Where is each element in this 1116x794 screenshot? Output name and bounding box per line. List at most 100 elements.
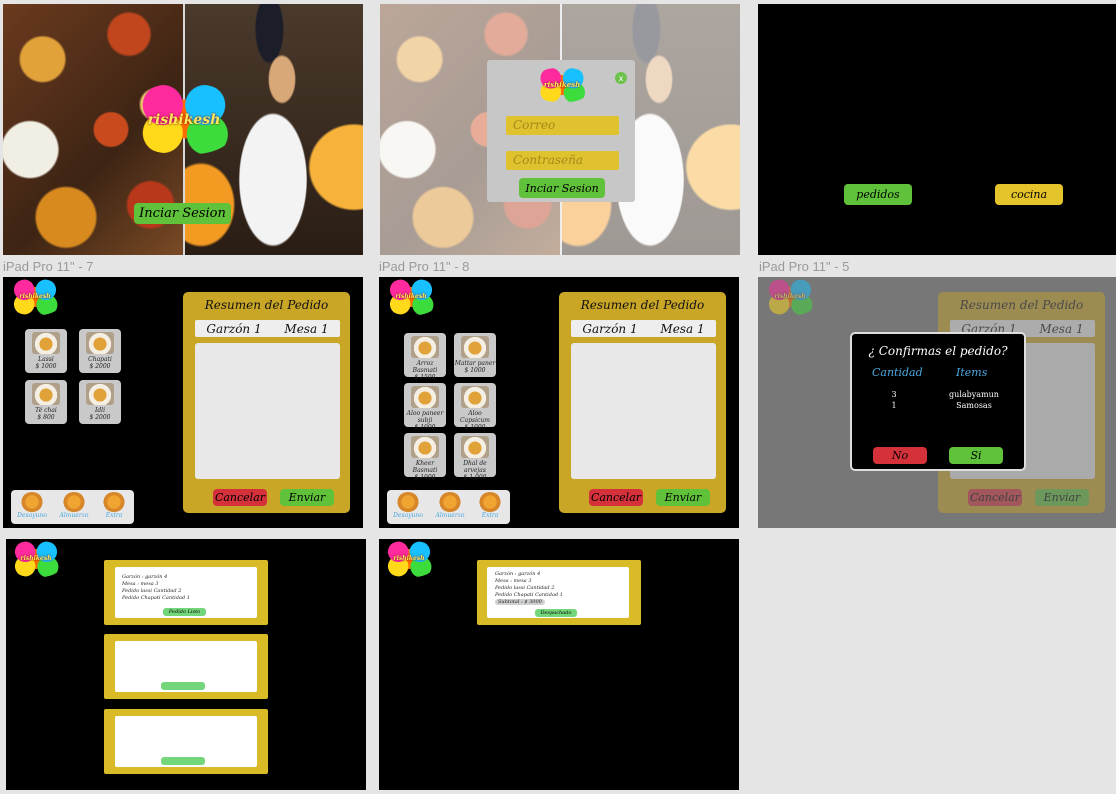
table-label: Mesa 1 bbox=[1039, 321, 1084, 336]
order-items-list bbox=[571, 343, 716, 479]
password-field[interactable]: Contraseña bbox=[506, 151, 619, 170]
kheer-basmati-image bbox=[411, 436, 439, 458]
category-extra[interactable]: Extra bbox=[472, 492, 508, 519]
aloo-paneer-subji-image bbox=[411, 386, 439, 408]
table-label: Mesa 1 bbox=[660, 321, 705, 336]
confirm-dialog: ¿ Confirmas el pedido? Cantidad Items 3 … bbox=[850, 332, 1026, 471]
frame-label-login-modal: iPad Pro 11" - 8 bbox=[379, 259, 470, 274]
kitchen-order-card bbox=[104, 709, 268, 774]
no-button[interactable]: No bbox=[873, 447, 927, 464]
order-summary-panel: Resumen del Pedido Garzón 1 Mesa 1 Cance… bbox=[183, 292, 350, 513]
order-ready-button[interactable] bbox=[161, 682, 205, 690]
logo-text: rishikesh bbox=[20, 555, 52, 563]
lassi-image bbox=[32, 332, 60, 354]
extra-icon bbox=[479, 492, 501, 512]
menu-item-dhal-de-arvejas[interactable]: Dhal de arvejas $ 1.000 bbox=[454, 433, 496, 481]
menu-item-te-chai[interactable]: Té chai $ 800 bbox=[25, 380, 67, 424]
menu-item-arroz-basmati[interactable]: Arroz Basmati $ 1500 bbox=[404, 333, 446, 381]
menu-item-lassi[interactable]: Lassi $ 1000 bbox=[25, 329, 67, 373]
login-modal: rishikesh x Correo Contraseña Inciar Ses… bbox=[487, 60, 635, 202]
menu-item-name: Arroz Basmati bbox=[412, 360, 438, 374]
row-quantity: 1 bbox=[891, 401, 897, 410]
send-button[interactable]: Enviar bbox=[656, 489, 710, 506]
menu-item-price: $ 1000 bbox=[414, 474, 436, 481]
logo-text: rishikesh bbox=[393, 555, 425, 563]
category-lunch[interactable]: Almuerzo bbox=[432, 492, 468, 519]
order-details bbox=[115, 641, 257, 692]
frame-kitchen-dispatched: rishikesh Garzón : garzón 4 Mesa : mesa … bbox=[379, 539, 739, 790]
menu-item-kheer-basmati[interactable]: Kheer Basmati $ 1000 bbox=[404, 433, 446, 481]
menu-item-price: $ 1000 bbox=[464, 424, 486, 431]
mattar-paner-image bbox=[461, 336, 489, 358]
order-summary-panel: Resumen del Pedido Garzón 1 Mesa 1 Cance… bbox=[559, 292, 726, 513]
menu-item-aloo-paneer-subji[interactable]: Aloo paneer subji $ 1000 bbox=[404, 383, 446, 431]
idli-image bbox=[86, 383, 114, 405]
order-line: Pedido lassi Cantidad 2 bbox=[495, 585, 555, 591]
category-label: Extra bbox=[105, 512, 123, 519]
category-breakfast[interactable]: Desayuno bbox=[390, 492, 426, 519]
order-ready-button[interactable] bbox=[161, 757, 205, 765]
cancel-button[interactable]: Cancelar bbox=[213, 489, 267, 506]
row-item: gulabyamun bbox=[949, 390, 999, 399]
lunch-icon bbox=[63, 492, 85, 512]
dispatched-button[interactable]: Despachado bbox=[535, 609, 577, 617]
lunch-icon bbox=[439, 492, 461, 512]
row-item: Samosas bbox=[956, 401, 992, 410]
items-header: Items bbox=[956, 366, 988, 379]
orders-button[interactable]: pedidos bbox=[844, 184, 912, 205]
order-details: Garzón : garzón 4 Mesa : mesa 3 Pedido l… bbox=[115, 567, 257, 618]
dhal-de-arvejas-image bbox=[461, 436, 489, 458]
menu-item-price: $ 2000 bbox=[89, 363, 111, 370]
cancel-button[interactable]: Cancelar bbox=[589, 489, 643, 506]
confirm-title: ¿ Confirmas el pedido? bbox=[868, 344, 1008, 358]
category-bar: Desayuno Almuerzo Extra bbox=[387, 490, 510, 524]
menu-item-price: $ 1000 bbox=[414, 424, 436, 431]
kitchen-order-card: Garzón : garzón 4 Mesa : mesa 3 Pedido l… bbox=[104, 560, 268, 625]
breakfast-icon bbox=[21, 492, 43, 512]
menu-item-chapati[interactable]: Chapati $ 2000 bbox=[79, 329, 121, 373]
brand-logo: rishikesh bbox=[763, 279, 817, 315]
login-submit-button[interactable]: Inciar Sesion bbox=[519, 178, 605, 198]
category-lunch[interactable]: Almuerzo bbox=[56, 492, 92, 519]
waiter-line: Garzón : garzón 4 bbox=[495, 571, 541, 577]
menu-item-price: $ 800 bbox=[37, 414, 55, 421]
menu-item-aloo-capsicum[interactable]: Aloo Capsicum $ 1000 bbox=[454, 383, 496, 431]
menu-item-name: Kheer Basmati bbox=[412, 460, 438, 474]
logo-text: rishikesh bbox=[147, 112, 221, 128]
category-label: Desayuno bbox=[393, 512, 423, 519]
menu-item-price: $ 1.000 bbox=[463, 474, 487, 481]
logo-text: rishikesh bbox=[19, 293, 51, 301]
send-button[interactable]: Enviar bbox=[280, 489, 334, 506]
frame-login-modal: rishikesh x Correo Contraseña Inciar Ses… bbox=[380, 4, 740, 255]
login-button[interactable]: Inciar Sesion bbox=[134, 203, 231, 224]
order-summary-title: Resumen del Pedido bbox=[959, 298, 1084, 312]
order-line: Pedido Chapati Cantidad 1 bbox=[122, 595, 190, 601]
table-line: Mesa : mesa 3 bbox=[122, 581, 159, 587]
waiter-label: Garzón 1 bbox=[206, 321, 262, 336]
menu-item-price: $ 1000 bbox=[464, 367, 486, 374]
close-icon[interactable]: x bbox=[615, 72, 627, 84]
order-ready-button[interactable]: Pedido Listo bbox=[163, 608, 206, 616]
quantity-header: Cantidad bbox=[872, 366, 923, 379]
kitchen-order-card: Garzón : garzón 4 Mesa : mesa 3 Pedido l… bbox=[477, 560, 641, 625]
yes-button[interactable]: Si bbox=[949, 447, 1003, 464]
frame-order-breakfast: rishikesh Lassi $ 1000 Chapati $ 2000 Té… bbox=[3, 277, 363, 528]
category-breakfast[interactable]: Desayuno bbox=[14, 492, 50, 519]
category-label: Almuerzo bbox=[435, 512, 465, 519]
email-field[interactable]: Correo bbox=[506, 116, 619, 135]
category-label: Almuerzo bbox=[59, 512, 89, 519]
frame-menu-choice: pedidos cocina bbox=[758, 4, 1116, 255]
brand-logo: rishikesh bbox=[384, 279, 438, 315]
brand-logo: rishikesh bbox=[8, 279, 62, 315]
chapati-image bbox=[86, 332, 114, 354]
menu-item-mattar-paner[interactable]: Mattar paner $ 1000 bbox=[454, 333, 496, 377]
menu-item-idli[interactable]: Idli $ 2000 bbox=[79, 380, 121, 424]
category-extra[interactable]: Extra bbox=[96, 492, 132, 519]
kitchen-button[interactable]: cocina bbox=[995, 184, 1063, 205]
order-summary-title: Resumen del Pedido bbox=[580, 298, 705, 312]
send-button: Enviar bbox=[1035, 489, 1089, 506]
logo-text: rishikesh bbox=[543, 79, 581, 89]
menu-item-price: $ 1500 bbox=[414, 374, 436, 381]
table-line: Mesa : mesa 3 bbox=[495, 578, 532, 584]
menu-item-name: Idli bbox=[94, 407, 106, 414]
